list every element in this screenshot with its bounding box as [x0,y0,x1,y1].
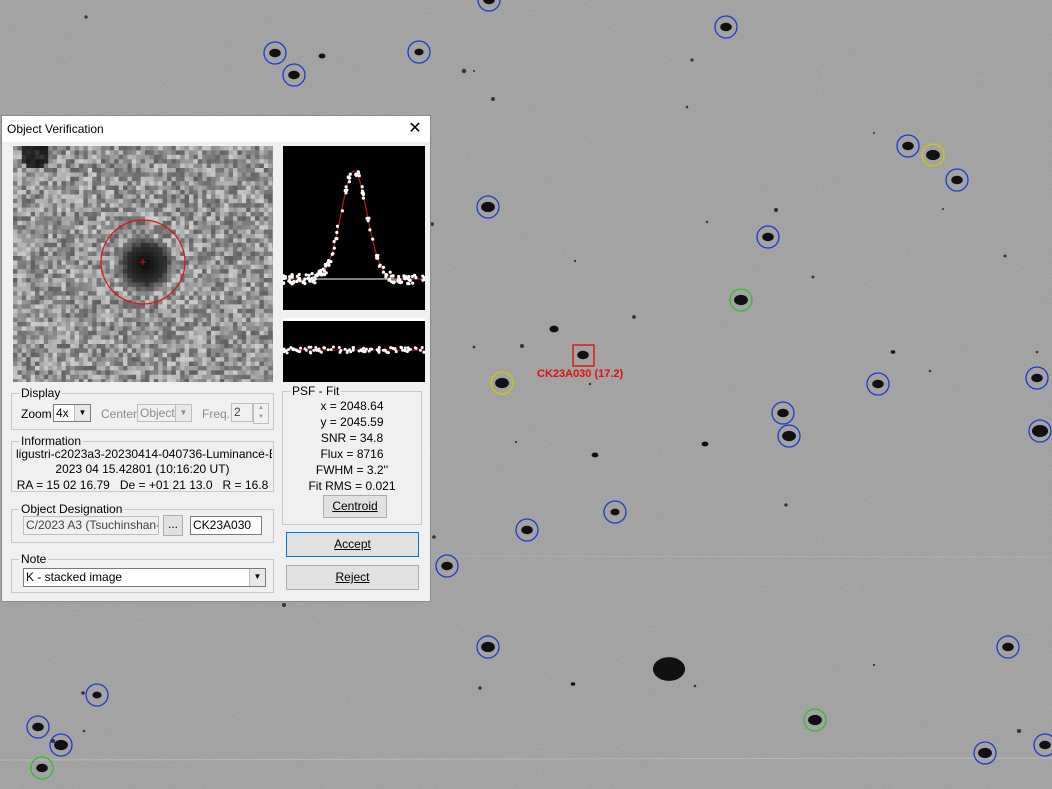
browse-button[interactable]: ... [163,515,183,536]
freq-spinner[interactable]: ▲ ▼ [253,403,269,424]
zoom-value: 4x [56,406,69,420]
freq-value: 2 [234,405,241,419]
designation-legend: Object Designation [19,502,125,516]
object-name-value: C/2023 A3 (Tsuchinshan-A [26,518,159,532]
psf-profile-plot [283,146,425,310]
browse-label: ... [167,517,178,531]
psf-fwhm: FWHM = 3.2'' [315,463,389,477]
filename-text: ligustri-c2023a3-20230414-040736-Luminan… [16,447,272,461]
reject-button[interactable]: Reject [286,565,419,590]
psf-fit-group: PSF - Fit x = 2048.64 y = 2045.59 SNR = … [282,384,422,525]
display-group: Display Zoom 4x ▼ Center Object ▼ Freq. … [11,386,274,430]
note-select[interactable]: K - stacked image ▼ [23,568,266,587]
chevron-down-icon: ▼ [74,405,90,421]
freq-input[interactable]: 2 [231,403,253,422]
psf-snr: SNR = 34.8 [320,431,384,445]
center-value: Object [140,406,175,420]
zoom-select[interactable]: 4x ▼ [53,404,91,422]
display-legend: Display [19,386,63,400]
information-group: Information ligustri-c2023a3-20230414-04… [11,434,274,492]
centroid-button[interactable]: Centroid [323,495,387,518]
close-button[interactable]: ✕ [406,120,424,138]
psf-legend: PSF - Fit [290,384,342,398]
zoom-image[interactable] [13,146,273,382]
designation-code-value: CK23A030 [193,518,252,532]
freq-label: Freq. [202,407,231,421]
object-name-field[interactable]: C/2023 A3 (Tsuchinshan-A [23,516,159,535]
datetime-text: 2023 04 15.42801 (10:16:20 UT) [55,462,230,476]
center-label: Center [101,407,138,421]
chevron-down-icon: ▼ [175,405,191,421]
accept-button[interactable]: Accept [286,532,419,557]
note-legend: Note [19,552,49,566]
psf-residual-plot [283,318,425,382]
object-verification-dialog: Object Verification ✕ Display Zoom 4x ▼ [1,115,431,602]
psf-x: x = 2048.64 [320,399,384,413]
dialog-titlebar[interactable]: Object Verification ✕ [2,116,430,142]
accept-label: Accept [334,537,371,551]
reject-label: Reject [335,570,370,584]
zoom-label: Zoom [21,407,52,421]
chevron-down-icon: ▼ [249,569,265,586]
zoom-pixels [13,146,273,382]
target-label: CK23A030 (17.2) [537,368,624,380]
information-legend: Information [19,434,84,448]
designation-code-field[interactable]: CK23A030 [190,516,262,535]
psf-fit-rms: Fit RMS = 0.021 [308,479,396,493]
coords-text: RA = 15 02 16.79 De = +01 21 13.0 R = 16… [16,478,269,492]
center-select[interactable]: Object ▼ [137,404,192,422]
centroid-label: Centroid [332,499,378,513]
dialog-title: Object Verification [7,122,104,136]
psf-y: y = 2045.59 [320,415,384,429]
designation-group: Object Designation C/2023 A3 (Tsuchinsha… [11,502,274,543]
note-group: Note K - stacked image ▼ [11,552,274,593]
note-value: K - stacked image [26,570,123,584]
psf-flux: Flux = 8716 [320,447,384,461]
